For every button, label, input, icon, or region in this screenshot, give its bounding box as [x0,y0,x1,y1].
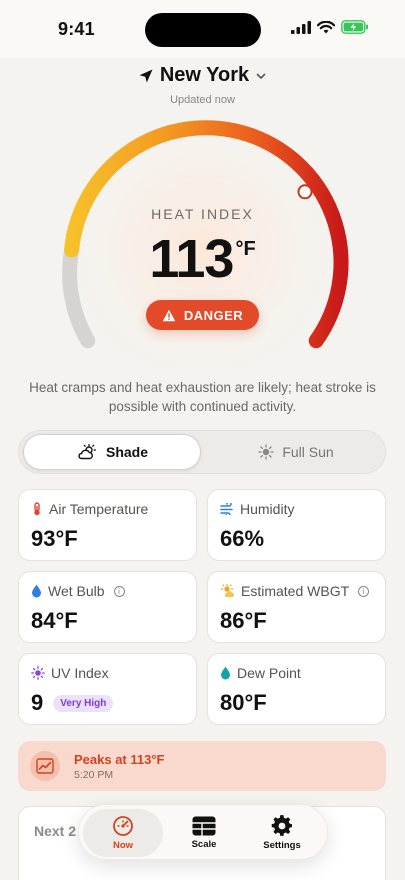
sun-cloud-icon [220,584,235,597]
dew-point-card[interactable]: Dew Point 80°F [207,653,386,725]
status-bar: 9:41 [0,0,405,58]
city-selector[interactable]: New York [138,64,267,87]
humidity-card[interactable]: Humidity 66% [207,489,386,561]
tab-scale[interactable]: Scale [164,809,244,857]
gauge-icon [113,816,133,836]
uv-level-badge: Very High [53,695,114,712]
full-sun-label: Full Sun [282,444,334,460]
tab-settings[interactable]: Settings [242,809,322,857]
uv-index-title: UV Index [51,665,109,681]
dynamic-island [145,13,261,47]
uv-index-card[interactable]: UV Index 9 Very High [18,653,197,725]
heat-description: Heat cramps and heat exhaustion are like… [29,380,376,414]
tab-now[interactable]: Now [83,809,163,857]
warning-icon [162,309,176,321]
sun-icon [258,444,274,460]
air-temperature-value: 93°F [31,526,78,551]
chevron-down-icon [256,73,266,79]
status-time: 9:41 [58,19,95,39]
wifi-icon [317,20,335,33]
sun-cloud-icon [78,444,97,460]
sun-icon [31,666,45,680]
heat-index-unit: °F [235,238,256,260]
table-icon [192,816,216,836]
trend-chart-icon [36,758,54,774]
uv-index-value: 9 [31,690,44,715]
gauge-marker [297,184,313,200]
full-sun-tab[interactable]: Full Sun [209,434,383,470]
dew-drop-icon [221,666,230,680]
shade-tab[interactable]: Shade [23,434,201,470]
danger-label: DANGER [183,307,244,323]
tab-scale-label: Scale [191,839,217,850]
tab-bar: Now Scale Settings [78,804,328,860]
humidity-value: 66% [220,526,265,551]
location-arrow-icon [139,69,153,82]
gauge-label: HEAT INDEX [151,206,254,222]
shade-label: Shade [105,444,148,460]
uv-index-value-row: 9 Very High [31,690,114,716]
wet-bulb-title: Wet Bulb [48,583,105,599]
gear-icon [271,815,292,836]
wet-bulb-card[interactable]: Wet Bulb i 84°F [18,571,197,643]
estimated-wbgt-title: Estimated WBGT [241,583,350,599]
gauge-value: 113 °F [0,228,405,290]
info-icon[interactable]: i [358,585,370,597]
danger-badge: DANGER [146,300,259,330]
dew-point-title: Dew Point [237,665,301,681]
peak-banner[interactable]: Peaks at 113°F 5:20 PM [18,741,386,791]
wind-icon [220,503,233,515]
peak-title: Peaks at 113°F [74,752,165,767]
info-icon[interactable]: i [113,585,125,597]
tab-now-label: Now [112,840,134,851]
air-temperature-card[interactable]: Air Temperature 93°F [18,489,197,561]
estimated-wbgt-card[interactable]: Estimated WBGT i 86°F [207,571,386,643]
air-temperature-title: Air Temperature [49,501,149,517]
thermometer-icon [34,502,40,516]
estimated-wbgt-value: 86°F [220,608,267,633]
peak-time: 5:20 PM [74,769,114,781]
forecast-title: Next 2 [34,823,77,839]
peak-icon-badge [30,751,60,781]
dew-point-value: 80°F [220,690,267,715]
city-name: New York [159,64,250,86]
location-header: New York Updated now [0,64,405,106]
battery-icon [341,20,368,34]
exposure-segmented-control: Shade Full Sun [18,430,386,474]
heat-index-value: 113 [149,229,234,289]
updated-label: Updated now [170,93,235,106]
droplet-icon [32,584,41,598]
signal-icon [291,20,311,34]
wet-bulb-value: 84°F [31,608,78,633]
humidity-title: Humidity [240,501,295,517]
tab-settings-label: Settings [263,840,301,851]
status-icons [291,20,369,34]
